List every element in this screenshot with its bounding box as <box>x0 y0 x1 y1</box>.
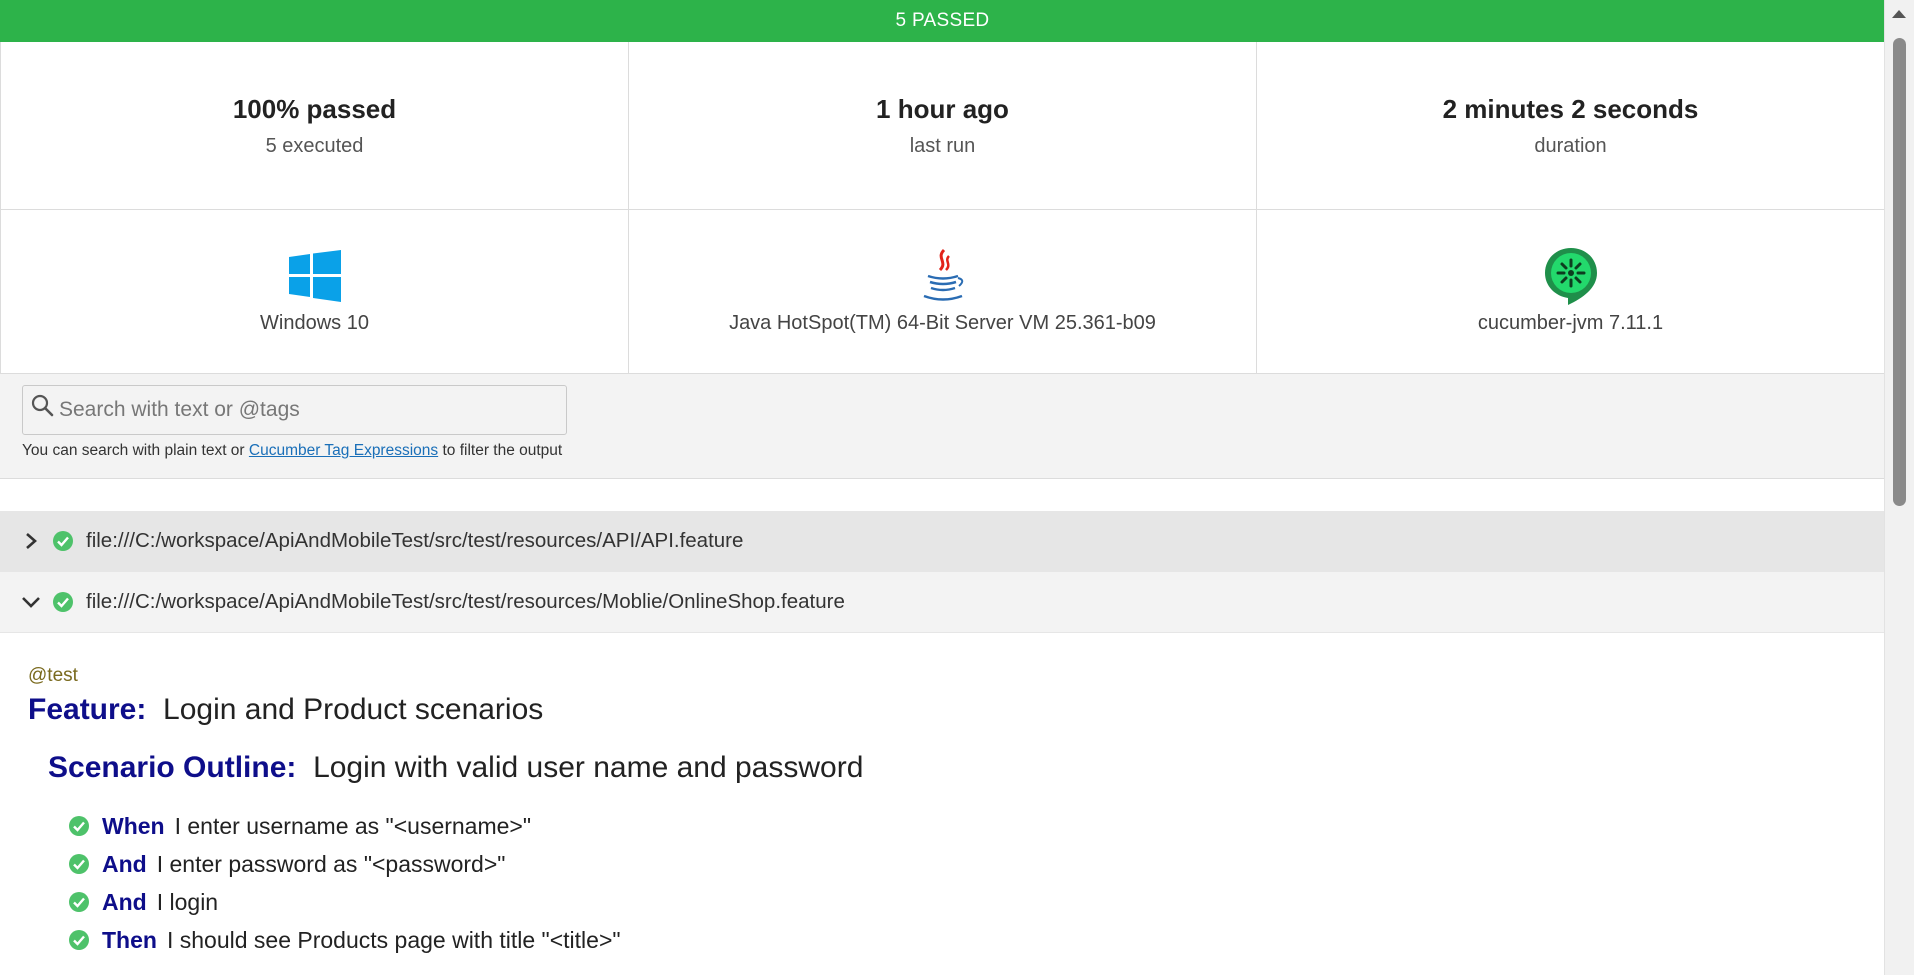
step-item: And I login <box>68 883 1885 921</box>
summary-stats: 100% passed 5 executed 1 hour ago last r… <box>0 42 1885 210</box>
chevron-down-icon[interactable] <box>20 591 42 613</box>
step-keyword: And <box>102 888 147 915</box>
step-text: I enter password as "<password>" <box>156 850 506 877</box>
passed-check-icon <box>53 531 73 551</box>
env-label: cucumber-jvm 7.11.1 <box>1477 312 1664 334</box>
search-hint: You can search with plain text or Cucumb… <box>22 442 562 460</box>
step-item: And I enter password as "<password>" <box>68 845 1885 883</box>
feature-row-onlineshop[interactable]: file:///C:/workspace/ApiAndMobileTest/sr… <box>0 572 1885 633</box>
scenario-title: Scenario Outline: Login with valid user … <box>48 751 1885 785</box>
passed-check-icon <box>69 892 89 912</box>
search-hint-prefix: You can search with plain text or <box>22 442 249 459</box>
windows-icon <box>287 248 343 304</box>
passed-check-icon <box>69 930 89 950</box>
search-hint-suffix: to filter the output <box>438 442 563 459</box>
report-page: 5 PASSED 100% passed 5 executed 1 hour a… <box>0 0 1885 975</box>
scenario-keyword: Scenario Outline: <box>48 751 297 784</box>
stat-value: 1 hour ago <box>876 93 1009 124</box>
search-input[interactable] <box>57 397 551 423</box>
search-panel: You can search with plain text or Cucumb… <box>0 374 1885 479</box>
feature-title: Feature: Login and Product scenarios <box>28 693 1885 727</box>
stat-passed: 100% passed 5 executed <box>0 42 629 209</box>
step-keyword: When <box>102 812 165 839</box>
passed-check-icon <box>53 592 73 612</box>
env-os: Windows 10 <box>0 210 629 373</box>
step-list: When I enter username as "<username>" An… <box>68 807 1885 959</box>
stat-last-run: 1 hour ago last run <box>628 42 1257 209</box>
stat-value: 2 minutes 2 seconds <box>1442 93 1699 124</box>
feature-path: file:///C:/workspace/ApiAndMobileTest/sr… <box>86 590 845 613</box>
step-text: I login <box>156 888 219 915</box>
search-icon <box>31 394 54 417</box>
status-text: 5 PASSED <box>895 10 990 31</box>
step-text: I enter username as "<username>" <box>174 812 532 839</box>
chevron-right-icon[interactable] <box>20 530 42 552</box>
env-tool: cucumber-jvm 7.11.1 <box>1256 210 1885 373</box>
step-item: When I enter username as "<username>" <box>68 807 1885 845</box>
stat-label: duration <box>1534 134 1607 157</box>
scroll-thumb[interactable] <box>1893 38 1906 506</box>
cucumber-icon <box>1543 248 1599 305</box>
feature-row-api[interactable]: file:///C:/workspace/ApiAndMobileTest/sr… <box>0 511 1885 572</box>
step-item: Then I should see Products page with tit… <box>68 921 1885 959</box>
stat-duration: 2 minutes 2 seconds duration <box>1256 42 1885 209</box>
env-label: Windows 10 <box>260 312 369 334</box>
status-banner: 5 PASSED <box>0 0 1885 42</box>
vertical-scrollbar[interactable] <box>1884 0 1914 975</box>
feature-path: file:///C:/workspace/ApiAndMobileTest/sr… <box>86 529 744 552</box>
step-text: I should see Products page with title "<… <box>166 926 621 953</box>
scenario-name: Login with valid user name and password <box>313 751 864 784</box>
feature-keyword: Feature: <box>28 693 147 726</box>
tag-expressions-link[interactable]: Cucumber Tag Expressions <box>249 442 438 459</box>
stat-value: 100% passed <box>232 93 397 124</box>
env-runtime: Java HotSpot(TM) 64-Bit Server VM 25.361… <box>628 210 1257 373</box>
stat-label: last run <box>909 134 976 157</box>
passed-check-icon <box>69 816 89 836</box>
env-label: Java HotSpot(TM) 64-Bit Server VM 25.361… <box>729 312 1156 334</box>
passed-check-icon <box>69 854 89 874</box>
step-keyword: And <box>102 850 147 877</box>
feature-tag: @test <box>28 665 78 686</box>
environment-info: Windows 10 Java HotSpot(TM) 64-Bit Serve… <box>0 210 1885 374</box>
feature-detail: @test Feature: Login and Product scenari… <box>0 665 1885 959</box>
step-keyword: Then <box>102 926 157 953</box>
search-box[interactable] <box>22 385 567 435</box>
java-icon <box>915 248 971 304</box>
feature-name: Login and Product scenarios <box>163 693 544 726</box>
stat-label: 5 executed <box>265 134 364 157</box>
scroll-up-arrow-icon[interactable] <box>1892 10 1906 18</box>
